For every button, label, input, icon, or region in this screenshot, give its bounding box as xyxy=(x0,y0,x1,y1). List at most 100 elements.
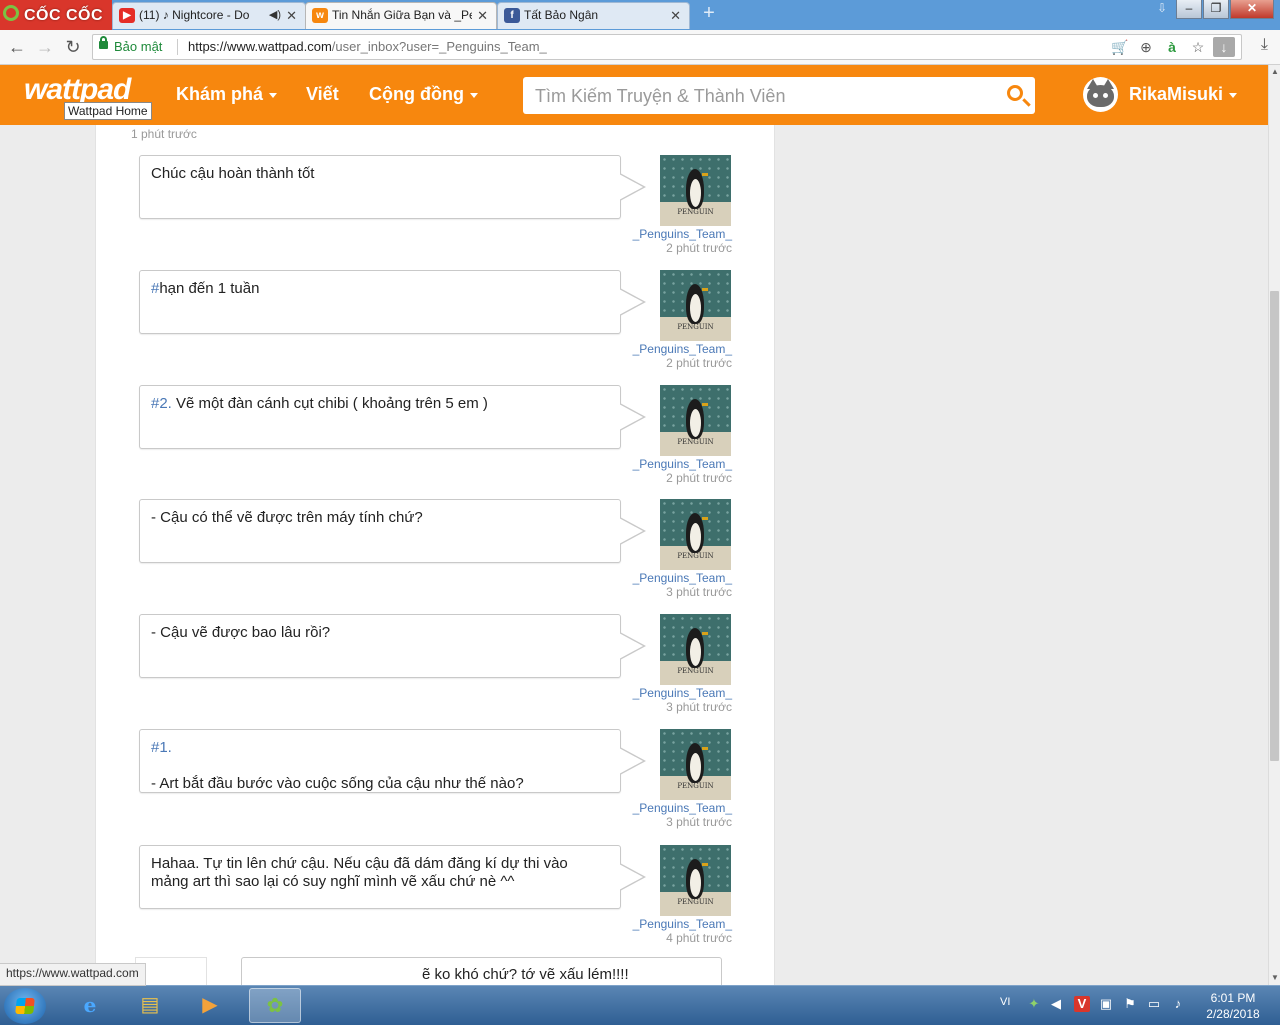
search-input[interactable] xyxy=(533,83,987,109)
penguin-avatar-icon[interactable]: PENGUIN xyxy=(660,499,731,570)
dictionary-icon[interactable]: à xyxy=(1161,37,1183,57)
scroll-up-icon[interactable]: ▲ xyxy=(1269,65,1280,79)
new-tab-icon[interactable]: + xyxy=(700,3,718,23)
cart-icon[interactable]: 🛒 xyxy=(1109,37,1131,57)
download-icon[interactable]: ⇩ xyxy=(1149,0,1175,19)
penguin-avatar-icon[interactable]: PENGUIN xyxy=(660,845,731,916)
tab-label: (11) ♪ Nightcore - Do xyxy=(139,8,250,22)
url-host: https://www.wattpad.com xyxy=(188,39,332,54)
youtube-icon: ▶ xyxy=(119,8,135,23)
volume-icon[interactable]: ◀ xyxy=(1048,996,1064,1012)
tab-youtube[interactable]: ▶ (11) ♪ Nightcore - Do ◀) ✕ xyxy=(112,2,306,29)
network-globe-icon[interactable]: ✦ xyxy=(1026,996,1042,1012)
sender-link[interactable]: _Penguins_Team_ xyxy=(632,227,732,241)
message-bubble: #1. - Art bắt đầu bước vào cuộc sống của … xyxy=(139,729,621,793)
display-icon[interactable]: ▣ xyxy=(1098,996,1114,1012)
username: RikaMisuki xyxy=(1129,84,1224,104)
sender-link[interactable]: _Penguins_Team_ xyxy=(632,571,732,585)
internet-explorer-icon[interactable]: e xyxy=(64,988,116,1023)
sender-link[interactable]: _Penguins_Team_ xyxy=(632,686,732,700)
bubble-pointer xyxy=(619,403,646,431)
message-time: 1 phút trước xyxy=(131,127,197,141)
coccoc-logo[interactable]: CỐC CỐC xyxy=(0,0,112,30)
antivirus-icon[interactable]: V xyxy=(1074,996,1090,1012)
sender-link[interactable]: _Penguins_Team_ xyxy=(632,342,732,356)
message-item: - Cậu có thể vẽ được trên máy tính chứ? P… xyxy=(139,499,739,599)
chevron-down-icon xyxy=(1229,92,1238,98)
facebook-icon: f xyxy=(504,8,520,23)
penguin-avatar-icon[interactable]: PENGUIN xyxy=(660,385,731,456)
bubble-pointer xyxy=(619,747,646,775)
message-bubble: #hạn đến 1 tuần xyxy=(139,270,621,334)
scroll-down-icon[interactable]: ▼ xyxy=(1269,971,1280,985)
message-item: Chúc cậu hoàn thành tốt PENGUIN _Penguins_… xyxy=(139,155,739,255)
search-box xyxy=(523,77,1035,114)
close-tab-icon[interactable]: ✕ xyxy=(286,3,297,28)
search-icon[interactable] xyxy=(1007,85,1023,101)
penguin-avatar-icon[interactable]: PENGUIN xyxy=(660,270,731,341)
zoom-icon[interactable]: ⊕ xyxy=(1135,37,1157,57)
close-window-button[interactable]: ✕ xyxy=(1230,0,1274,19)
speaker-icon[interactable]: ♪ xyxy=(1170,996,1186,1012)
coccoc-taskbar-icon[interactable]: ✿ xyxy=(249,988,301,1023)
penguin-avatar-icon[interactable]: PENGUIN xyxy=(660,614,731,685)
inbox-page: 1 phút trước Chúc cậu hoàn thành tốt PENG… xyxy=(0,125,1268,987)
reload-button[interactable]: ↻ xyxy=(62,36,84,58)
secure-label: Bảo mật xyxy=(114,39,163,54)
sender-link[interactable]: _Penguins_Team_ xyxy=(632,801,732,815)
page-scrollbar[interactable]: ▲ ▼ xyxy=(1268,65,1280,985)
flag-icon[interactable]: ⚑ xyxy=(1122,996,1138,1012)
tab-wattpad-inbox[interactable]: w Tin Nhắn Giữa Bạn và _Pen ✕ xyxy=(305,2,497,29)
sender-link[interactable]: _Penguins_Team_ xyxy=(632,917,732,931)
bookmark-star-icon[interactable]: ☆ xyxy=(1187,37,1209,57)
minimize-button[interactable]: – xyxy=(1176,0,1202,19)
cat-avatar-icon xyxy=(1087,79,1114,107)
start-button[interactable] xyxy=(4,988,46,1024)
language-indicator[interactable]: VI xyxy=(1000,996,1010,1008)
wattpad-icon: w xyxy=(312,8,328,23)
nav-discover[interactable]: Khám phá xyxy=(176,84,278,105)
message-text: - Cậu vẽ được bao lâu rồi? xyxy=(151,624,331,641)
forward-button[interactable]: → xyxy=(34,36,56,58)
message-bubble: Hahaa. Tự tin lên chứ cậu. Nếu cậu đã dá… xyxy=(139,845,621,909)
avatar[interactable] xyxy=(1083,77,1118,112)
wattpad-header: wattpad Wattpad Home Khám phá Viết Cộng … xyxy=(0,65,1268,125)
scrollbar-thumb[interactable] xyxy=(1270,291,1279,761)
file-explorer-icon[interactable]: ▤ xyxy=(124,988,176,1023)
clock[interactable]: 6:01 PM 2/28/2018 xyxy=(1198,990,1268,1022)
user-menu[interactable]: RikaMisuki xyxy=(1129,84,1238,105)
avatar-caption: PENGUIN xyxy=(677,323,714,331)
download-arrow-icon[interactable]: ↓ xyxy=(1213,37,1235,57)
tab-facebook[interactable]: f Tất Bảo Ngân ✕ xyxy=(497,2,690,29)
restore-button[interactable]: ❐ xyxy=(1203,0,1229,19)
penguin-avatar-icon[interactable]: PENGUIN xyxy=(660,155,731,226)
tab-label: Tin Nhắn Giữa Bạn và _Pen xyxy=(332,8,472,22)
close-tab-icon[interactable]: ✕ xyxy=(670,3,681,28)
address-bar-icons: 🛒 ⊕ à ☆ ↓ xyxy=(1105,37,1235,57)
nav-community[interactable]: Cộng đồng xyxy=(369,84,478,105)
sender-link[interactable]: _Penguins_Team_ xyxy=(632,457,732,471)
media-player-icon[interactable]: ▶ xyxy=(184,988,236,1023)
address-bar[interactable]: Bảo mật https://www.wattpad.com/user_inb… xyxy=(92,34,1242,60)
message-hashtag[interactable]: #1. xyxy=(151,739,172,756)
bubble-pointer xyxy=(619,632,646,660)
speaker-icon[interactable]: ◀) xyxy=(269,3,281,28)
message-hashtag[interactable]: #2. xyxy=(151,395,172,412)
message-text: Vẽ một đàn cánh cụt chibi ( khoảng trên … xyxy=(171,395,488,412)
message-text: - Cậu có thể vẽ được trên máy tính chứ? xyxy=(151,509,423,526)
nav-write[interactable]: Viết xyxy=(306,84,339,105)
message-time: 3 phút trước xyxy=(666,815,732,829)
message-item: - Cậu vẽ được bao lâu rồi? PENGUIN _Pengui… xyxy=(139,614,739,714)
chevron-down-icon xyxy=(269,92,278,98)
url-text[interactable]: https://www.wattpad.com/user_inbox?user=… xyxy=(188,39,547,54)
browser-brand: CỐC CỐC xyxy=(24,7,104,24)
message-bubble: Chúc cậu hoàn thành tốt xyxy=(139,155,621,219)
browser-menu-icon[interactable]: ⤓ xyxy=(1261,36,1268,54)
network-icon[interactable]: ▭ xyxy=(1146,996,1162,1012)
bubble-pointer xyxy=(619,517,646,545)
message-bubble: - Cậu vẽ được bao lâu rồi? xyxy=(139,614,621,678)
back-button[interactable]: ← xyxy=(6,36,28,58)
penguin-avatar-icon[interactable]: PENGUIN xyxy=(660,729,731,800)
message-item: Hahaa. Tự tin lên chứ cậu. Nếu cậu đã dá… xyxy=(139,845,739,945)
close-tab-icon[interactable]: ✕ xyxy=(477,3,488,28)
